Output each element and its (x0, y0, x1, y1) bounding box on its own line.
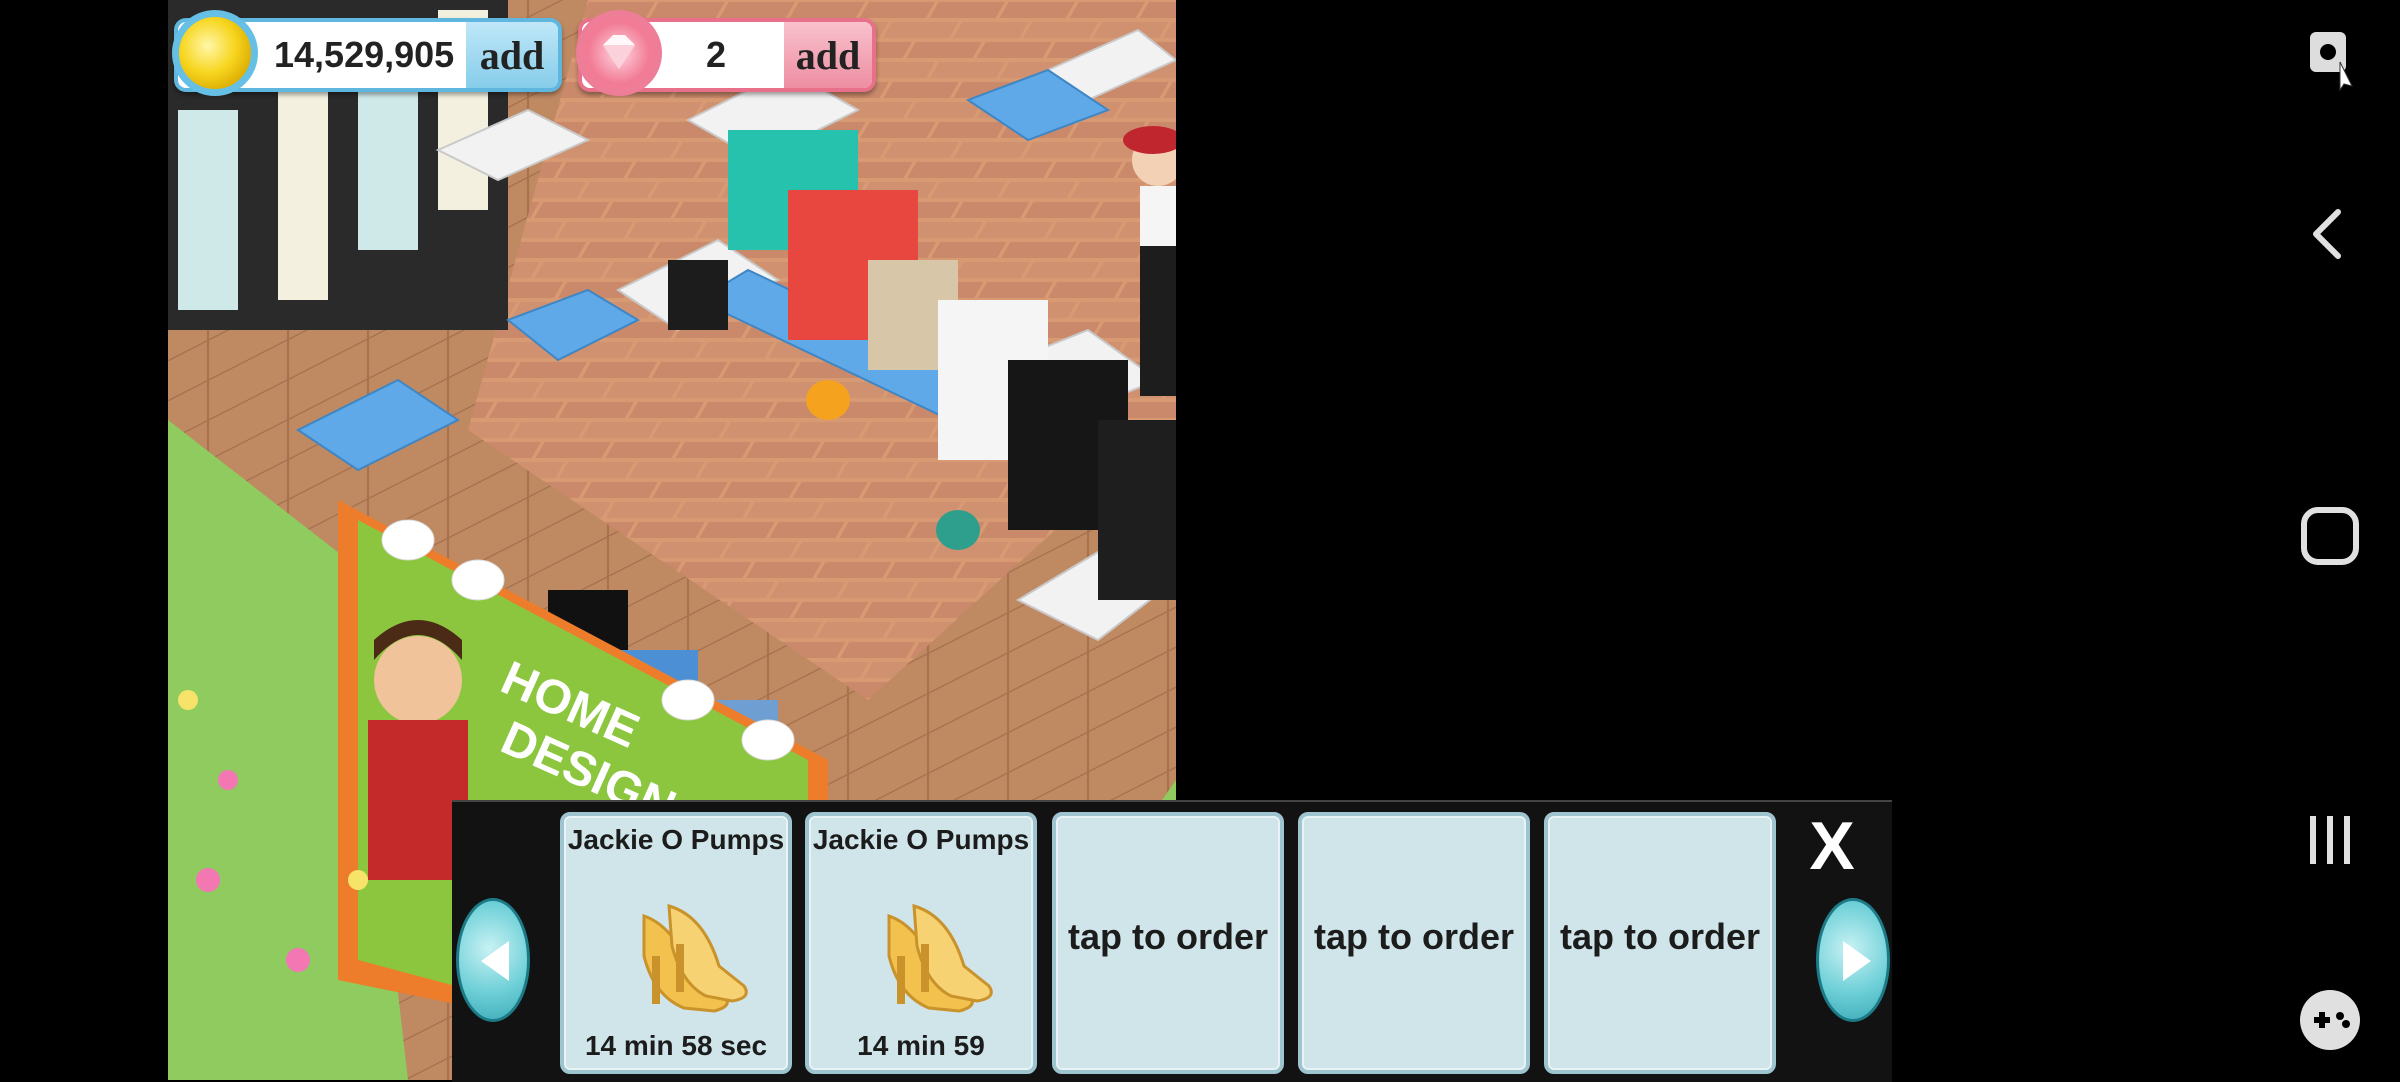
pink-diamond-icon (576, 10, 662, 96)
right-arrow-icon[interactable] (1816, 898, 1890, 1022)
add-gems-button[interactable]: add (784, 22, 872, 88)
game-launcher-icon[interactable] (2290, 980, 2370, 1060)
gold-pumps-icon (642, 903, 748, 1013)
gold-coin-icon (172, 10, 258, 96)
tap-to-order-label: tap to order (1313, 916, 1514, 957)
left-arrow-icon[interactable] (456, 898, 530, 1022)
order-timer: 14 min 59 (857, 1030, 985, 1061)
gem-amount: 2 (706, 34, 727, 75)
order-slot-2[interactable]: Jackie O Pumps 14 min 59 (805, 812, 1037, 1074)
tap-to-order-label: tap to order (1559, 916, 1760, 957)
add-coins-button[interactable]: add (466, 22, 558, 88)
gem-balance: 2 add (576, 10, 876, 96)
close-button[interactable]: X (1794, 810, 1870, 882)
order-slot-3[interactable]: tap to order (1052, 812, 1284, 1074)
coin-balance: 14,529,905 add (172, 10, 562, 96)
tap-to-order-label: tap to order (1067, 916, 1268, 957)
order-slot-title: Jackie O Pumps (567, 824, 785, 855)
order-slot-1[interactable]: Jackie O Pumps 14 min 58 sec (560, 812, 792, 1074)
order-timer: 14 min 58 sec (584, 1030, 768, 1061)
back-icon[interactable] (2290, 194, 2370, 274)
order-slot-5[interactable]: tap to order (1544, 812, 1776, 1074)
order-bar: Jackie O Pumps 14 min 58 sec Jackie O Pu… (452, 800, 1892, 1082)
coin-amount: 14,529,905 (274, 34, 455, 75)
screen-capture-icon[interactable] (2290, 16, 2370, 96)
gold-pumps-icon (887, 903, 993, 1013)
order-slot-4[interactable]: tap to order (1298, 812, 1530, 1074)
recents-icon[interactable] (2290, 800, 2370, 880)
screen: HOME DESIGN 14,529,905 add 2 add Jackie … (0, 0, 2400, 1082)
home-icon[interactable] (2290, 496, 2370, 576)
order-slot-title: Jackie O Pumps (812, 824, 1030, 855)
